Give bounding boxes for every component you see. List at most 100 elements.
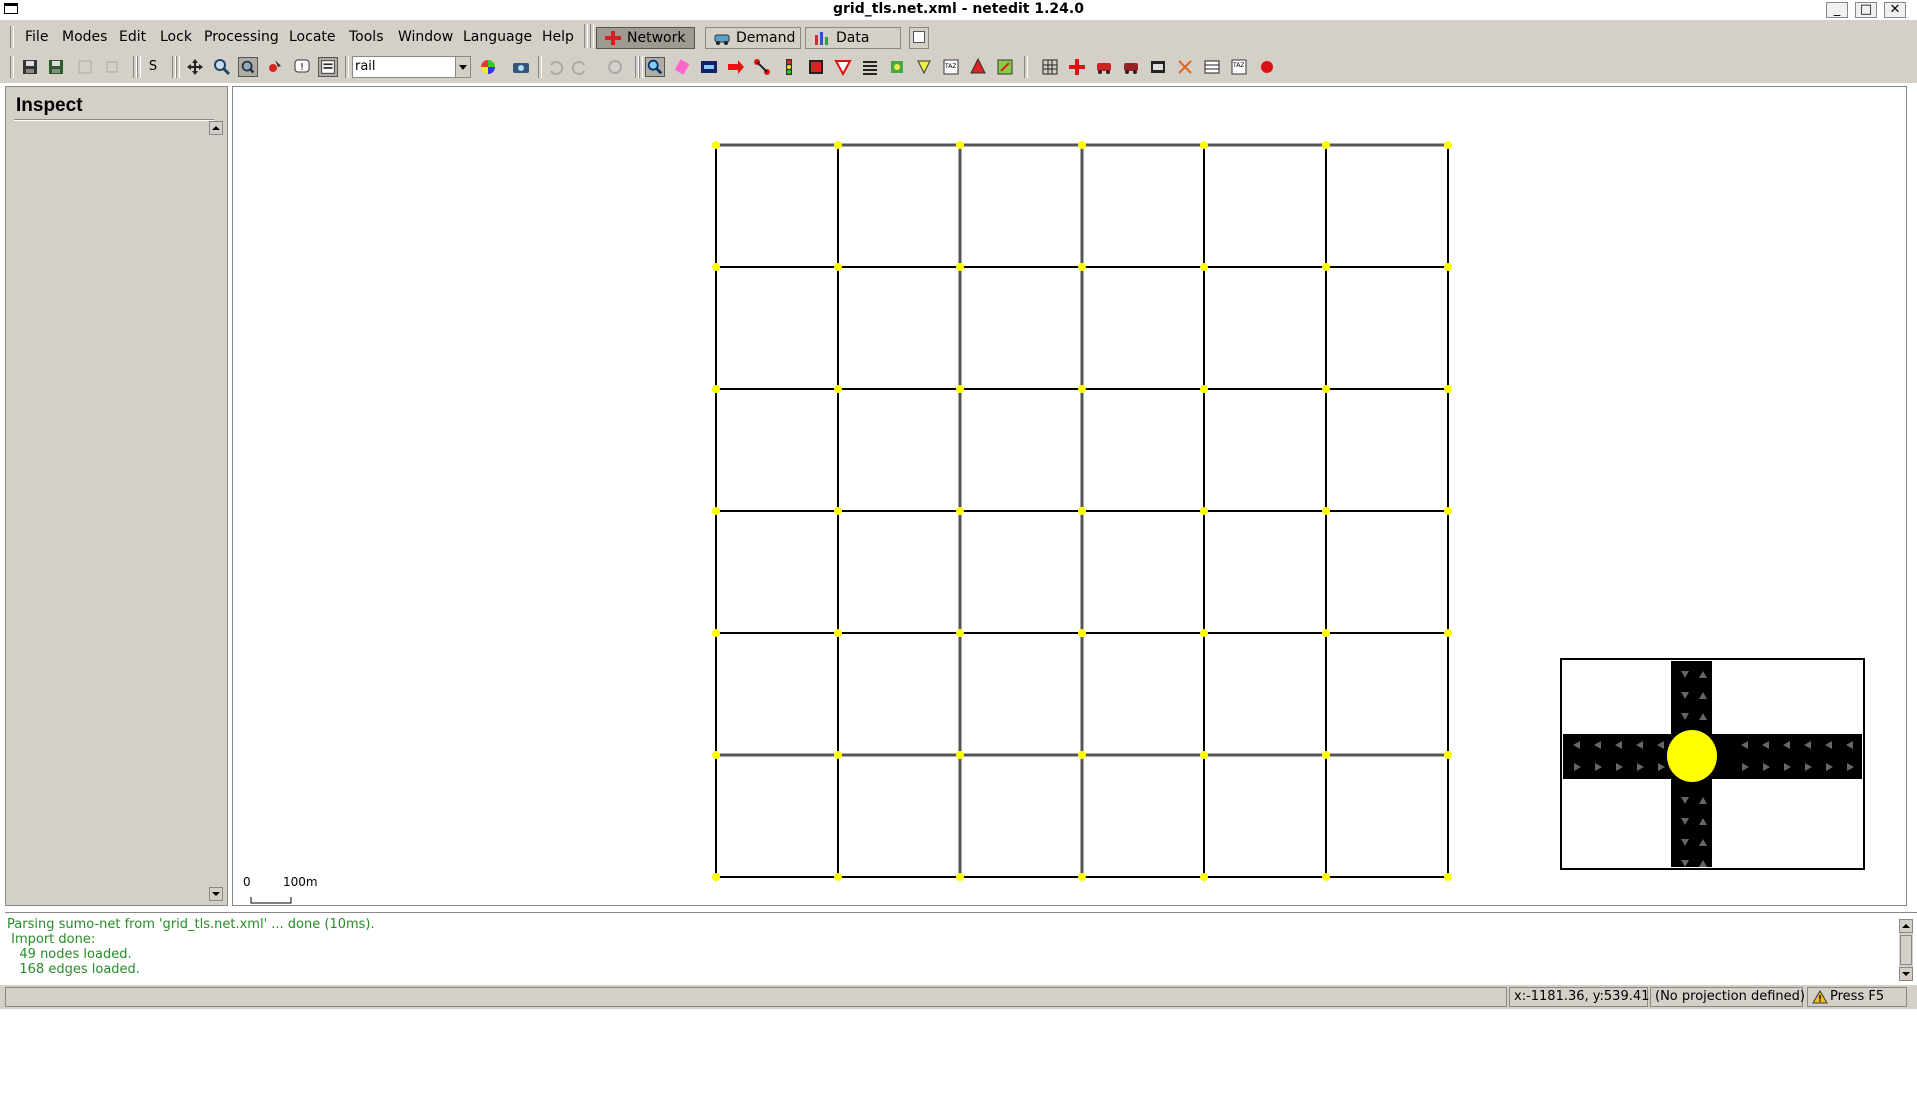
junction[interactable] <box>1322 507 1330 515</box>
junction[interactable] <box>1078 873 1086 881</box>
record-icon[interactable] <box>1257 57 1277 77</box>
s-button[interactable]: S <box>143 57 163 77</box>
junction[interactable] <box>1200 263 1208 271</box>
edge-mode-icon[interactable] <box>726 57 746 77</box>
redo-icon[interactable] <box>570 57 590 77</box>
network-view[interactable]: 0 100m <box>233 87 1908 907</box>
junction[interactable] <box>1078 385 1086 393</box>
scroll-up-icon[interactable] <box>1899 919 1913 933</box>
inspect-scrollbar[interactable] <box>209 121 223 901</box>
junction[interactable] <box>834 873 842 881</box>
network-mode-button[interactable]: Network <box>596 27 695 49</box>
junction[interactable] <box>712 873 720 881</box>
color-wheel-icon[interactable] <box>478 57 498 77</box>
save-all-icon[interactable] <box>46 57 66 77</box>
junction[interactable] <box>1200 385 1208 393</box>
log-scrollbar[interactable] <box>1899 919 1913 981</box>
log-scroll-thumb[interactable] <box>1900 935 1912 965</box>
taz-edit-icon[interactable]: TAZ <box>1229 57 1249 77</box>
menu-window[interactable]: Window <box>398 29 453 45</box>
junction[interactable] <box>1078 141 1086 149</box>
junction[interactable] <box>1322 141 1330 149</box>
junction[interactable] <box>1200 141 1208 149</box>
menu-icon[interactable] <box>318 57 338 77</box>
junction[interactable] <box>956 141 964 149</box>
busstop-icon[interactable] <box>1148 57 1168 77</box>
wire-icon[interactable] <box>914 57 934 77</box>
junction[interactable] <box>1444 263 1452 271</box>
maximize-button[interactable]: □ <box>1855 2 1877 18</box>
additional-icon[interactable] <box>887 57 907 77</box>
grid-icon[interactable] <box>1040 57 1060 77</box>
junction[interactable] <box>834 263 842 271</box>
junction[interactable] <box>1078 751 1086 759</box>
junction[interactable] <box>1200 873 1208 881</box>
junction[interactable] <box>1078 263 1086 271</box>
junction[interactable] <box>1444 385 1452 393</box>
lanes-icon[interactable] <box>860 57 880 77</box>
junction[interactable] <box>956 873 964 881</box>
menu-file[interactable]: File <box>25 29 48 45</box>
scroll-down-icon[interactable] <box>1899 967 1913 981</box>
junction[interactable] <box>712 629 720 637</box>
junction[interactable] <box>712 141 720 149</box>
save-icon[interactable] <box>20 57 40 77</box>
junction[interactable] <box>834 629 842 637</box>
junction[interactable] <box>1322 263 1330 271</box>
traffic-light-icon[interactable] <box>779 57 799 77</box>
junction[interactable] <box>712 263 720 271</box>
junction[interactable] <box>1322 873 1330 881</box>
network-canvas[interactable]: 0 100m <box>232 86 1907 906</box>
zoom-icon[interactable] <box>212 57 232 77</box>
recompute-icon[interactable] <box>605 57 625 77</box>
junction[interactable] <box>956 507 964 515</box>
junction[interactable] <box>956 263 964 271</box>
shape-icon[interactable] <box>968 57 988 77</box>
vclass-combo[interactable]: rail <box>352 56 471 78</box>
menu-language[interactable]: Language <box>463 29 532 45</box>
junction[interactable] <box>1444 751 1452 759</box>
menu-help[interactable]: Help <box>542 29 574 45</box>
data-mode-button[interactable]: Data <box>805 27 901 49</box>
menu-processing[interactable]: Processing <box>204 29 279 45</box>
junction[interactable] <box>1200 751 1208 759</box>
junction[interactable] <box>1444 629 1452 637</box>
save-disabled-icon[interactable] <box>75 57 95 77</box>
junction[interactable] <box>834 385 842 393</box>
chevron-down-icon[interactable] <box>455 57 470 77</box>
menu-lock[interactable]: Lock <box>160 29 192 45</box>
junction[interactable] <box>1444 507 1452 515</box>
connection-icon[interactable] <box>752 57 772 77</box>
junction[interactable] <box>1322 629 1330 637</box>
junction[interactable] <box>1078 629 1086 637</box>
prohibition-icon[interactable] <box>833 57 853 77</box>
crossing-icon[interactable] <box>806 57 826 77</box>
junction[interactable] <box>956 385 964 393</box>
junction[interactable] <box>1200 507 1208 515</box>
junction[interactable] <box>956 629 964 637</box>
menu-locate[interactable]: Locate <box>289 29 336 45</box>
menu-tools[interactable]: Tools <box>349 29 384 45</box>
vehicle-icon[interactable] <box>1094 57 1114 77</box>
junction[interactable] <box>1322 385 1330 393</box>
scroll-down-icon[interactable] <box>209 887 223 901</box>
locate-icon[interactable] <box>238 57 258 77</box>
taz-icon[interactable]: TAZ <box>941 57 961 77</box>
status-hint[interactable]: Press F5 <box>1807 987 1907 1007</box>
split-icon[interactable] <box>1175 57 1195 77</box>
table-icon[interactable] <box>1202 57 1222 77</box>
delete-icon[interactable] <box>672 57 692 77</box>
camera-icon[interactable] <box>511 57 531 77</box>
junction[interactable] <box>834 507 842 515</box>
junction[interactable] <box>1444 141 1452 149</box>
menu-modes[interactable]: Modes <box>62 29 107 45</box>
reload-icon[interactable] <box>102 57 122 77</box>
junction[interactable] <box>1200 629 1208 637</box>
junction-shape-icon[interactable] <box>1067 57 1087 77</box>
route-icon[interactable] <box>1121 57 1141 77</box>
close-button[interactable]: ✕ <box>1884 2 1906 18</box>
decal-icon[interactable] <box>995 57 1015 77</box>
extra-mode-button[interactable] <box>909 27 929 49</box>
move-icon[interactable] <box>185 57 205 77</box>
junction[interactable] <box>1444 873 1452 881</box>
